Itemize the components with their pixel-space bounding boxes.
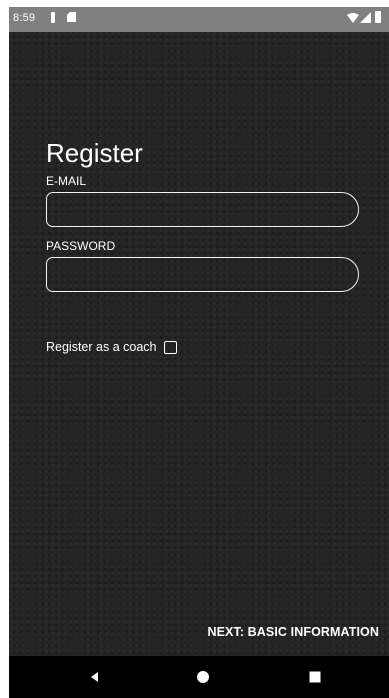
coach-option: Register as a coach xyxy=(46,337,178,357)
back-icon[interactable] xyxy=(87,669,103,685)
wifi-icon xyxy=(347,13,359,23)
recents-icon[interactable] xyxy=(307,669,323,685)
password-field[interactable] xyxy=(46,257,359,292)
status-time: 8:59 xyxy=(13,12,36,24)
email-field[interactable] xyxy=(46,192,359,227)
home-icon[interactable] xyxy=(195,669,211,685)
email-label: E-MAIL xyxy=(46,174,87,188)
phone-screen: 8:59 Register E-MAIL PASSWORD Register a… xyxy=(9,7,389,698)
navigation-bar xyxy=(9,656,389,698)
coach-checkbox-label: Register as a coach xyxy=(46,340,157,354)
coach-checkbox[interactable] xyxy=(164,340,178,354)
password-label: PASSWORD xyxy=(46,239,116,253)
register-form: Register E-MAIL PASSWORD Register as a c… xyxy=(9,32,389,656)
sd-card-icon xyxy=(67,12,76,22)
signal-icon xyxy=(360,12,371,23)
page-title: Register xyxy=(46,138,143,168)
battery-icon xyxy=(375,11,381,23)
next-basic-information-button[interactable]: NEXT: BASIC INFORMATION xyxy=(207,625,379,639)
sim-icon xyxy=(51,12,55,23)
status-bar: 8:59 xyxy=(9,7,389,32)
